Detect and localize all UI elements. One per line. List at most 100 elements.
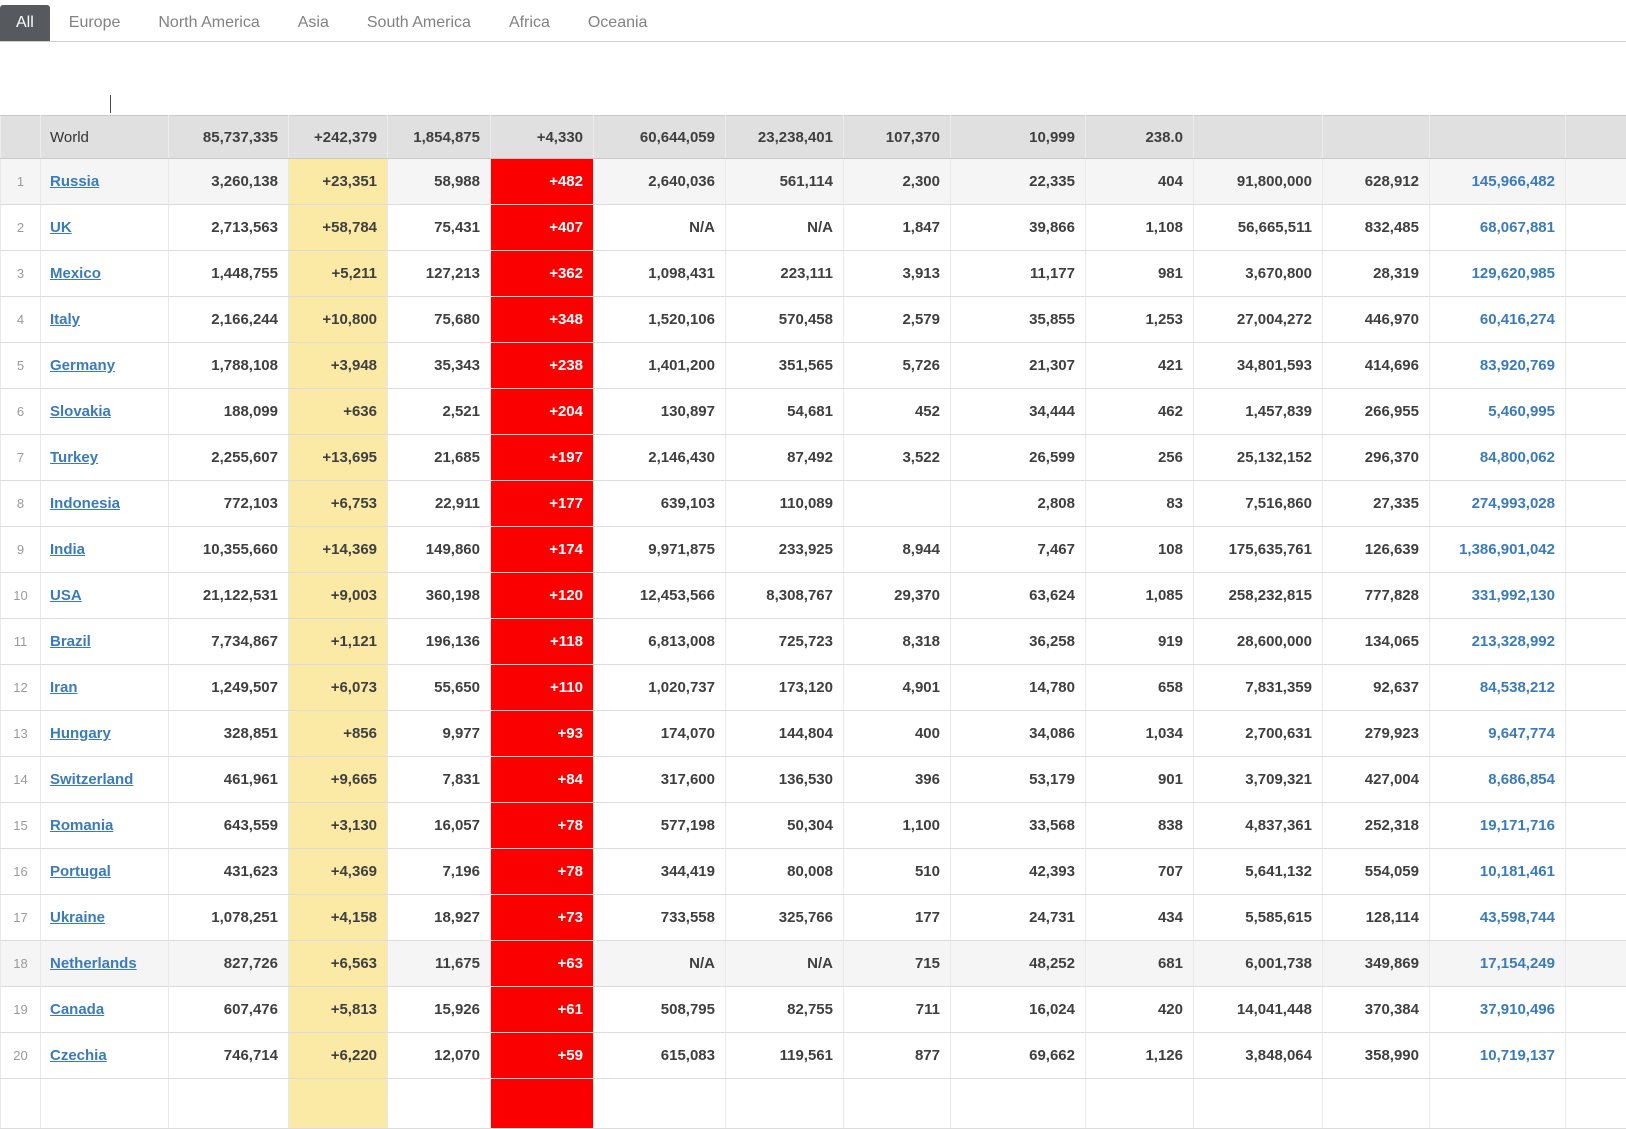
- cell-total-deaths: 12,070: [388, 1033, 491, 1079]
- cell-total-deaths: 127,213: [388, 251, 491, 297]
- table-row-switzerland: 14Switzerland461,961+9,6657,831+84317,60…: [1, 757, 1626, 803]
- row-rank: 2: [1, 205, 41, 251]
- table-row-russia: 1Russia3,260,138+23,35158,988+4822,640,0…: [1, 159, 1626, 205]
- partial-cell: [1, 1079, 41, 1129]
- cell-total-deaths: 35,343: [388, 343, 491, 389]
- country-link[interactable]: Czechia: [50, 1047, 107, 1064]
- partial-cell: [726, 1079, 844, 1129]
- tab-oceania[interactable]: Oceania: [569, 5, 667, 41]
- country-link[interactable]: Hungary: [50, 725, 111, 742]
- cell-active-cases: 561,114: [726, 159, 844, 205]
- tab-asia[interactable]: Asia: [279, 5, 348, 41]
- cell-tests-per-1m: 832,485: [1323, 205, 1430, 251]
- world-active-cases: 23,238,401: [726, 116, 844, 159]
- cell-new-cases: +14,369: [289, 527, 388, 573]
- country-link[interactable]: Netherlands: [50, 955, 137, 972]
- cell-total-recovered: 344,419: [594, 849, 726, 895]
- extra-cell: [1566, 527, 1626, 573]
- world-rank-cell: [1, 116, 41, 159]
- cell-total-cases: 827,726: [169, 941, 289, 987]
- extra-cell: [1566, 711, 1626, 757]
- country-link[interactable]: Portugal: [50, 863, 111, 880]
- cell-active-cases: 119,561: [726, 1033, 844, 1079]
- cell-total-cases: 431,623: [169, 849, 289, 895]
- cell-cases-per-1m: 35,855: [951, 297, 1086, 343]
- country-link[interactable]: Canada: [50, 1001, 104, 1018]
- country-link[interactable]: Romania: [50, 817, 113, 834]
- cell-total-tests: 175,635,761: [1194, 527, 1323, 573]
- country-cell: Mexico: [41, 251, 169, 297]
- cell-deaths-per-1m: 462: [1086, 389, 1194, 435]
- table-row-romania: 15Romania643,559+3,13016,057+78577,19850…: [1, 803, 1626, 849]
- cell-population: 8,686,854: [1430, 757, 1566, 803]
- tab-africa[interactable]: Africa: [490, 5, 569, 41]
- cell-cases-per-1m: 48,252: [951, 941, 1086, 987]
- extra-cell: [1566, 389, 1626, 435]
- tab-europe[interactable]: Europe: [50, 5, 140, 41]
- cell-tests-per-1m: 252,318: [1323, 803, 1430, 849]
- row-rank: 12: [1, 665, 41, 711]
- cell-population: 37,910,496: [1430, 987, 1566, 1033]
- covid-stats-table: World85,737,335+242,3791,854,875+4,33060…: [0, 115, 1626, 1129]
- cell-population: 19,171,716: [1430, 803, 1566, 849]
- table-row-indonesia: 8Indonesia772,103+6,75322,911+177639,103…: [1, 481, 1626, 527]
- cell-deaths-per-1m: 404: [1086, 159, 1194, 205]
- cell-deaths-per-1m: 1,253: [1086, 297, 1194, 343]
- cell-cases-per-1m: 14,780: [951, 665, 1086, 711]
- extra-cell: [1566, 573, 1626, 619]
- country-link[interactable]: Russia: [50, 173, 99, 190]
- country-link[interactable]: Slovakia: [50, 403, 111, 420]
- cell-deaths-per-1m: 1,126: [1086, 1033, 1194, 1079]
- table-row-ukraine: 17Ukraine1,078,251+4,15818,927+73733,558…: [1, 895, 1626, 941]
- cell-total-cases: 607,476: [169, 987, 289, 1033]
- cell-tests-per-1m: 358,990: [1323, 1033, 1430, 1079]
- country-link[interactable]: UK: [50, 219, 72, 236]
- country-link[interactable]: Iran: [50, 679, 78, 696]
- cell-total-recovered: 1,520,106: [594, 297, 726, 343]
- cell-deaths-per-1m: 1,108: [1086, 205, 1194, 251]
- partial-cell: [491, 1079, 594, 1129]
- cell-deaths-per-1m: 919: [1086, 619, 1194, 665]
- cell-active-cases: 173,120: [726, 665, 844, 711]
- cell-total-tests: 7,831,359: [1194, 665, 1323, 711]
- cell-cases-per-1m: 24,731: [951, 895, 1086, 941]
- country-link[interactable]: Brazil: [50, 633, 91, 650]
- extra-cell: [1566, 803, 1626, 849]
- cell-new-cases: +636: [289, 389, 388, 435]
- cell-population: 68,067,881: [1430, 205, 1566, 251]
- tab-north-america[interactable]: North America: [139, 5, 278, 41]
- country-link[interactable]: Italy: [50, 311, 80, 328]
- world-serious-critical: 107,370: [844, 116, 951, 159]
- table-row-brazil: 11Brazil7,734,867+1,121196,136+1186,813,…: [1, 619, 1626, 665]
- tab-all[interactable]: All: [0, 5, 50, 41]
- tab-south-america[interactable]: South America: [348, 5, 490, 41]
- row-rank: 15: [1, 803, 41, 849]
- country-link[interactable]: Ukraine: [50, 909, 105, 926]
- cell-population: 145,966,482: [1430, 159, 1566, 205]
- cell-tests-per-1m: 128,114: [1323, 895, 1430, 941]
- partial-cell: [41, 1079, 169, 1129]
- cell-total-tests: 258,232,815: [1194, 573, 1323, 619]
- row-rank: 3: [1, 251, 41, 297]
- cell-total-tests: 5,641,132: [1194, 849, 1323, 895]
- country-link[interactable]: Turkey: [50, 449, 98, 466]
- cell-total-recovered: N/A: [594, 205, 726, 251]
- partial-cell: [289, 1079, 388, 1129]
- country-link[interactable]: Switzerland: [50, 771, 133, 788]
- row-rank: 18: [1, 941, 41, 987]
- country-link[interactable]: Indonesia: [50, 495, 120, 512]
- world-total-recovered: 60,644,059: [594, 116, 726, 159]
- cell-deaths-per-1m: 658: [1086, 665, 1194, 711]
- country-link[interactable]: Germany: [50, 357, 115, 374]
- world-total-cases: 85,737,335: [169, 116, 289, 159]
- cell-new-deaths: +73: [491, 895, 594, 941]
- country-link[interactable]: Mexico: [50, 265, 101, 282]
- cell-new-cases: +5,211: [289, 251, 388, 297]
- table-row-germany: 5Germany1,788,108+3,94835,343+2381,401,2…: [1, 343, 1626, 389]
- country-link[interactable]: USA: [50, 587, 82, 604]
- cell-new-deaths: +110: [491, 665, 594, 711]
- country-link[interactable]: India: [50, 541, 85, 558]
- country-cell: Switzerland: [41, 757, 169, 803]
- cell-deaths-per-1m: 838: [1086, 803, 1194, 849]
- row-rank: 19: [1, 987, 41, 1033]
